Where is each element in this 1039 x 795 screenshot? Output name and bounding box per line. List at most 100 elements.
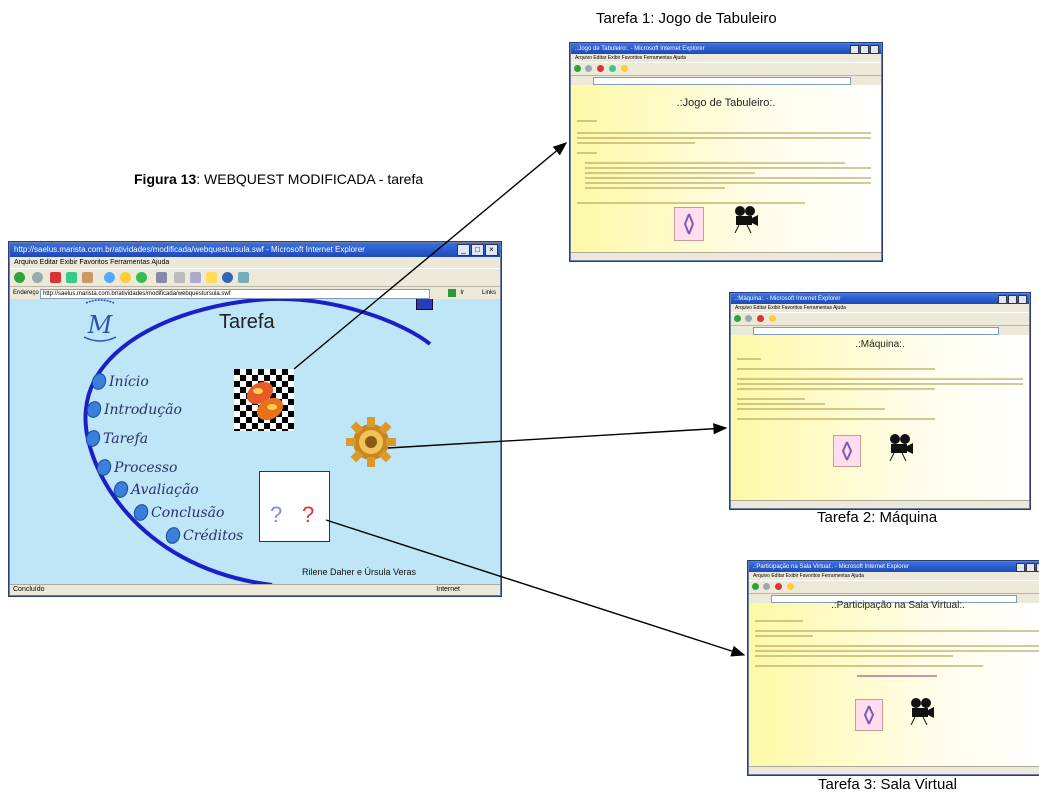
back-icon[interactable] [752,583,759,590]
stop-icon[interactable] [50,272,61,283]
back-icon[interactable] [734,315,741,322]
links-label[interactable]: Links [482,287,496,299]
refresh-icon[interactable] [66,272,77,283]
toolbar [571,62,881,76]
minimize-button[interactable] [1016,563,1025,572]
folder-icon[interactable] [206,272,217,283]
toolbar [749,580,1039,594]
authors-credit: Rilene Daher e Úrsula Veras [302,567,417,577]
nav-item-avaliacao[interactable]: Avaliação [111,479,199,500]
nav-item-inicio[interactable]: Início [89,371,149,392]
favorites-icon[interactable] [621,65,628,72]
minimize-button[interactable] [850,45,859,54]
figure-caption-text: : WEBQUEST MODIFICADA - tarefa [196,171,424,187]
go-icon[interactable] [448,289,456,297]
page-heading: .:Participação na Sala Virtual:. [831,600,965,611]
nav-item-creditos[interactable]: Créditos [163,525,244,546]
address-input[interactable]: http://saelus.marista.com.br/atividades/… [40,289,430,299]
maximize-button[interactable] [860,45,869,54]
menu-bar[interactable]: Arquivo Editar Exibir Favoritos Ferramen… [10,257,500,268]
figure-icon[interactable] [833,435,861,467]
page-body: .:Jogo de Tabuleiro:. [571,85,881,253]
minimize-button[interactable]: _ [457,244,470,256]
title-bar: .:Máquina:. - Microsoft Internet Explore… [731,294,1029,304]
back-icon[interactable] [574,65,581,72]
figure-caption-label: Figura 13 [134,171,197,187]
address-input[interactable] [593,77,851,85]
back-icon[interactable] [14,272,25,283]
window-title: http://saelus.marista.com.br/atividades/… [14,245,365,254]
question-box-icon[interactable]: ? ? [259,471,330,542]
close-square-icon[interactable] [416,299,433,310]
caption-task1: Tarefa 1: Jogo de Tabuleiro [596,10,777,27]
page-heading: .:Máquina:. [855,339,905,350]
history-icon[interactable] [136,272,147,283]
figure-icon[interactable] [674,207,704,241]
stop-icon[interactable] [597,65,604,72]
nav-item-introducao[interactable]: Introdução [84,399,182,420]
maximize-button[interactable] [1026,563,1035,572]
maximize-button[interactable] [1008,295,1017,304]
nav-item-conclusao[interactable]: Conclusão [131,502,224,523]
menu-bar[interactable]: Arquivo Editar Exibir Favoritos Ferramen… [749,572,1039,580]
nav-oval-icon [83,428,103,449]
nav-oval-icon [111,479,131,500]
status-bar [571,252,881,260]
film-camera-icon[interactable] [907,697,935,726]
svg-text:M: M [87,311,114,339]
task1-browser-window: .:Jogo de Tabuleiro:. - Microsoft Intern… [570,43,882,261]
nav-oval-icon [84,399,104,420]
forward-icon[interactable] [585,65,592,72]
edit-icon[interactable] [190,272,201,283]
messenger-icon[interactable] [222,272,233,283]
menu-bar[interactable]: Arquivo Editar Exibir Favoritos Ferramen… [731,304,1029,312]
close-button[interactable] [870,45,879,54]
nav-item-label: Créditos [183,527,244,544]
text-body [755,620,1039,677]
question-mark-right: ? [302,502,315,527]
window-title: .:Jogo de Tabuleiro:. - Microsoft Intern… [575,46,705,52]
maximize-button[interactable]: □ [471,244,484,256]
forward-icon[interactable] [745,315,752,322]
minimize-button[interactable] [998,295,1007,304]
caption-task2: Tarefa 2: Máquina [817,509,938,526]
nav-oval-icon [89,371,109,392]
film-camera-icon[interactable] [886,433,914,462]
gear-icon[interactable] [346,417,396,467]
research-icon[interactable] [238,272,249,283]
status-text: Concluído [13,586,45,593]
favorites-icon[interactable] [787,583,794,590]
mail-icon[interactable] [156,272,167,283]
address-input[interactable] [753,327,999,335]
page-title: Tarefa [219,311,275,333]
chessboard-icon[interactable] [234,369,294,431]
go-label[interactable]: Ir [460,287,464,299]
stop-icon[interactable] [757,315,764,322]
favorites-icon[interactable] [769,315,776,322]
film-camera-icon[interactable] [731,205,759,234]
close-button[interactable] [1018,295,1027,304]
toolbar [731,312,1029,326]
search-icon[interactable] [104,272,115,283]
figure-icon[interactable] [855,699,883,731]
nav-item-processo[interactable]: Processo [94,457,177,478]
text-body [737,358,1023,420]
refresh-icon[interactable] [609,65,616,72]
close-button[interactable]: × [485,244,498,256]
favorites-icon[interactable] [120,272,131,283]
window-title: .:Participação na Sala Virtual:. - Micro… [753,564,909,570]
home-icon[interactable] [82,272,93,283]
menu-bar[interactable]: Arquivo Editar Exibir Favoritos Ferramen… [571,54,881,62]
stop-icon[interactable] [775,583,782,590]
page-heading: .:Jogo de Tabuleiro:. [676,97,776,109]
window-title: .:Máquina:. - Microsoft Internet Explore… [735,296,841,302]
nav-oval-icon [163,525,183,546]
status-bar: Concluído Internet [10,584,500,595]
print-icon[interactable] [174,272,185,283]
status-zone: Internet [436,586,460,593]
forward-icon[interactable] [32,272,43,283]
forward-icon[interactable] [763,583,770,590]
nav-item-tarefa[interactable]: Tarefa [83,428,148,449]
flash-canvas: M Tarefa Início Introdução Tarefa Proces… [10,299,500,585]
nav-item-label: Avaliação [131,481,199,498]
